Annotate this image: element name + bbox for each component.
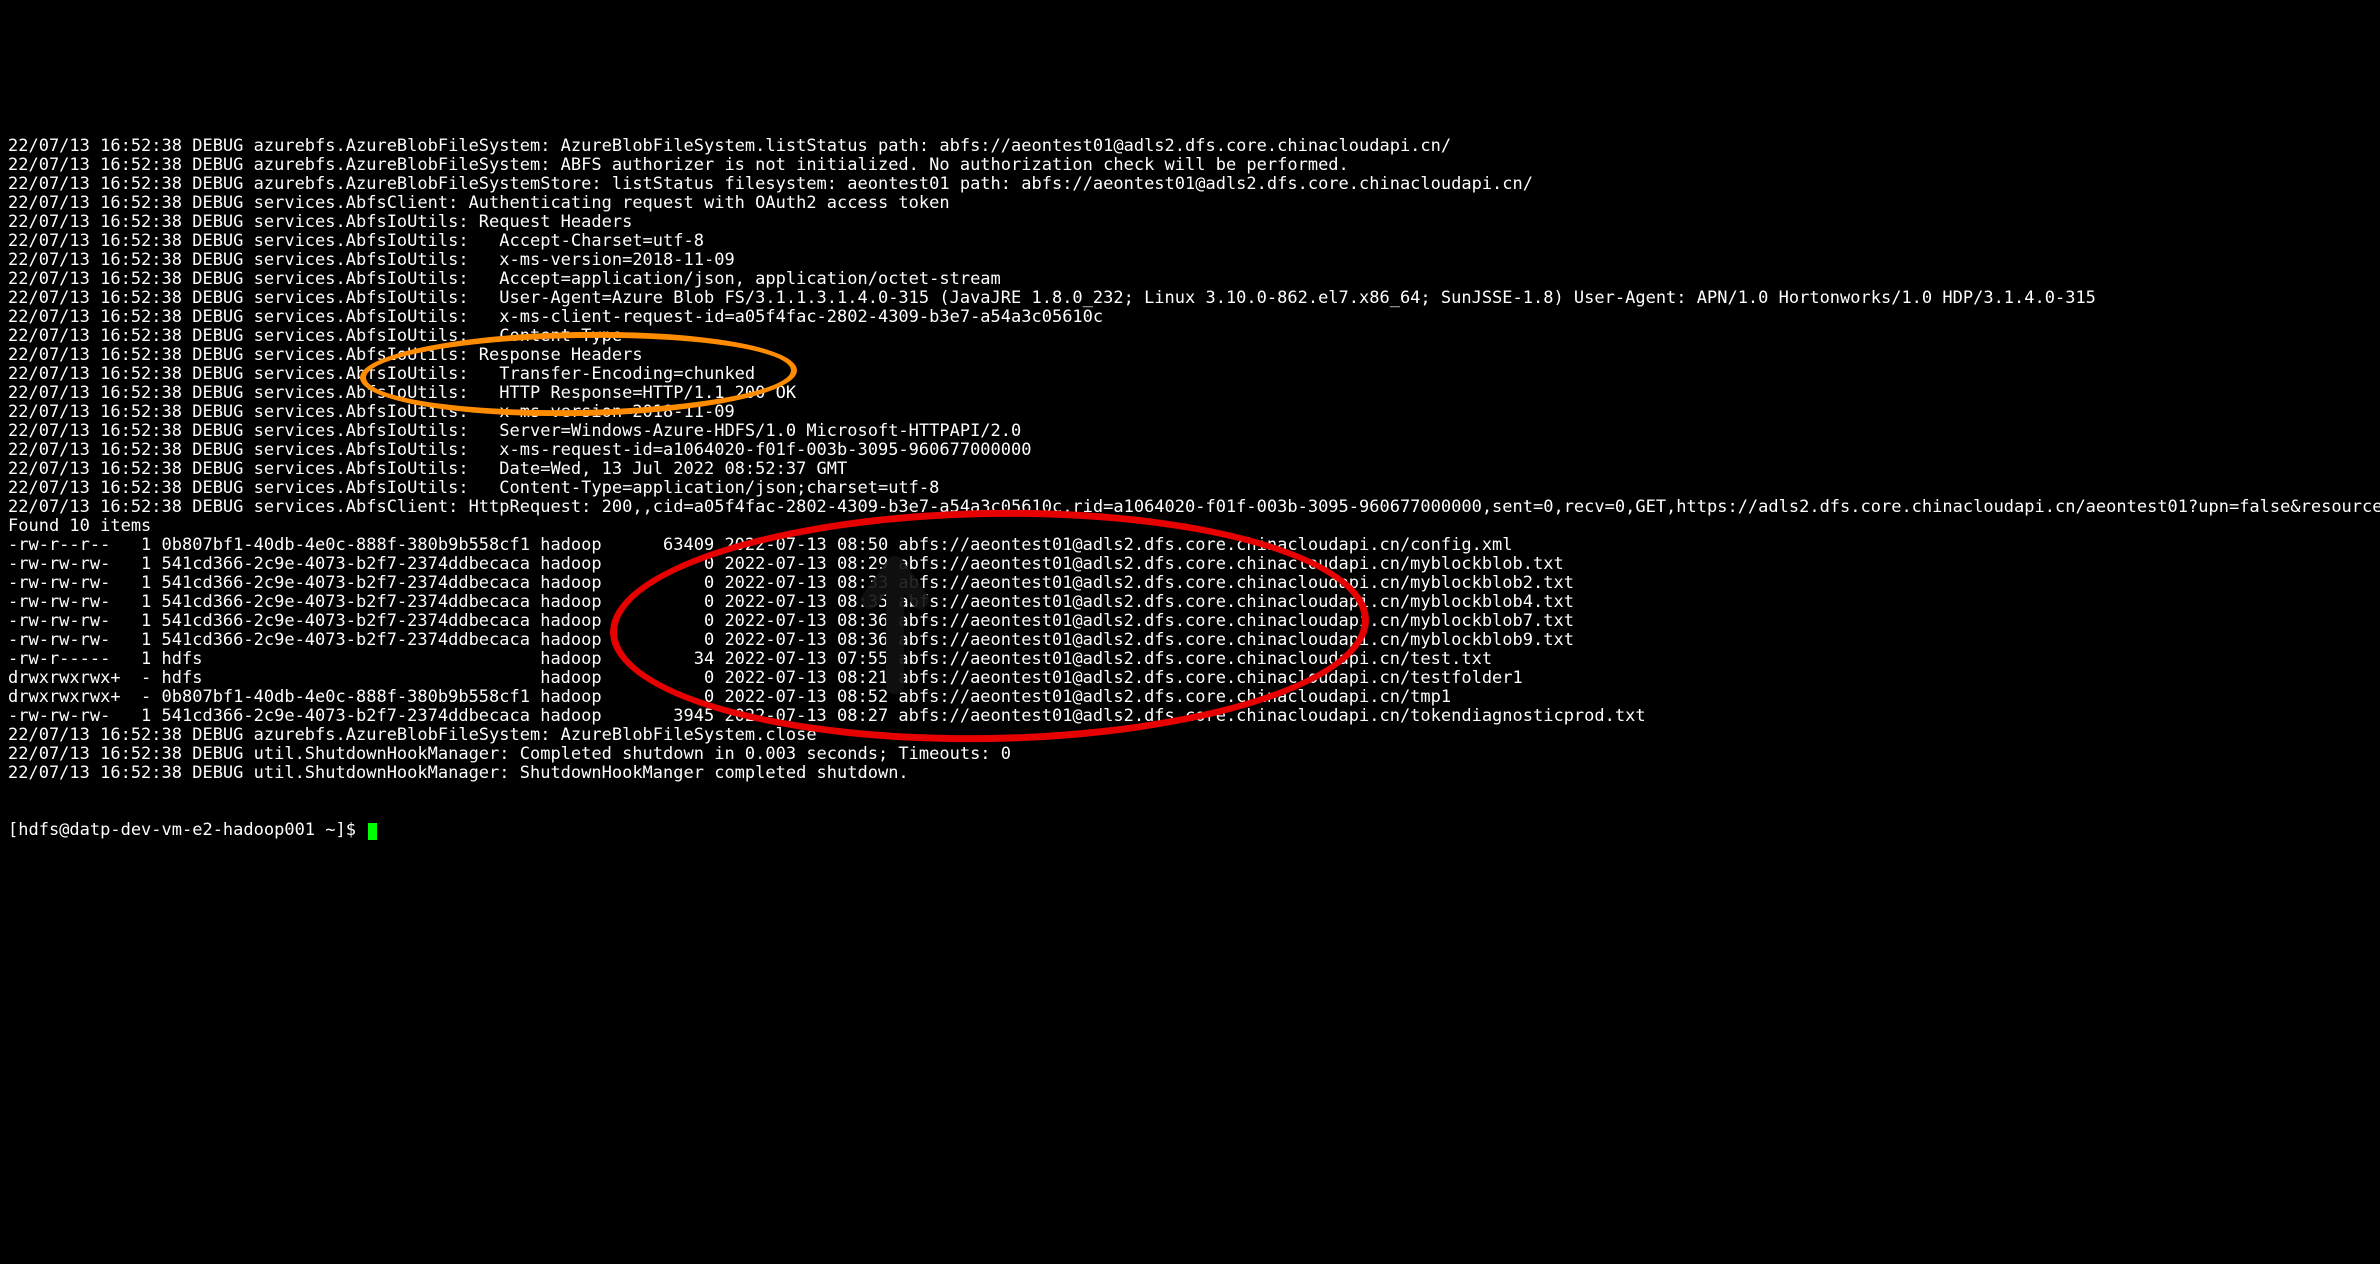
terminal-line: 22/07/13 16:52:38 DEBUG services.AbfsCli… [8,498,2372,517]
terminal-output: 22/07/13 16:52:38 DEBUG azurebfs.AzureBl… [8,137,2372,783]
terminal-line: 22/07/13 16:52:38 DEBUG util.ShutdownHoo… [8,745,2372,764]
terminal-line: 22/07/13 16:52:38 DEBUG services.AbfsIoU… [8,213,2372,232]
terminal-line: 22/07/13 16:52:38 DEBUG services.AbfsCli… [8,194,2372,213]
terminal-line: -rw-rw-rw- 1 541cd366-2c9e-4073-b2f7-237… [8,574,2372,593]
terminal-line: 22/07/13 16:52:38 DEBUG services.AbfsIoU… [8,384,2372,403]
terminal-line: 22/07/13 16:52:38 DEBUG services.AbfsIoU… [8,365,2372,384]
terminal-line: 22/07/13 16:52:38 DEBUG services.AbfsIoU… [8,460,2372,479]
terminal-line: 22/07/13 16:52:38 DEBUG azurebfs.AzureBl… [8,156,2372,175]
cursor [368,823,377,840]
terminal-line: 22/07/13 16:52:38 DEBUG services.AbfsIoU… [8,327,2372,346]
terminal-line: 22/07/13 16:52:38 DEBUG services.AbfsIoU… [8,422,2372,441]
terminal-line: -rw-rw-rw- 1 541cd366-2c9e-4073-b2f7-237… [8,631,2372,650]
terminal-line: drwxrwxrwx+ - 0b807bf1-40db-4e0c-888f-38… [8,688,2372,707]
terminal-line: 22/07/13 16:52:38 DEBUG azurebfs.AzureBl… [8,175,2372,194]
terminal-line: -rw-rw-rw- 1 541cd366-2c9e-4073-b2f7-237… [8,555,2372,574]
terminal-line: 22/07/13 16:52:38 DEBUG services.AbfsIoU… [8,308,2372,327]
prompt-line[interactable]: [hdfs@datp-dev-vm-e2-hadoop001 ~]$ [8,821,2372,840]
terminal-line: -rw-r--r-- 1 0b807bf1-40db-4e0c-888f-380… [8,536,2372,555]
terminal-window[interactable]: 22/07/13 16:52:38 DEBUG azurebfs.AzureBl… [0,95,2380,1169]
terminal-line: Found 10 items [8,517,2372,536]
terminal-line: 22/07/13 16:52:38 DEBUG services.AbfsIoU… [8,232,2372,251]
shell-prompt: [hdfs@datp-dev-vm-e2-hadoop001 ~]$ [8,820,366,840]
terminal-line: 22/07/13 16:52:38 DEBUG services.AbfsIoU… [8,251,2372,270]
terminal-line: 22/07/13 16:52:38 DEBUG services.AbfsIoU… [8,479,2372,498]
terminal-line: -rw-rw-rw- 1 541cd366-2c9e-4073-b2f7-237… [8,612,2372,631]
terminal-line: -rw-rw-rw- 1 541cd366-2c9e-4073-b2f7-237… [8,707,2372,726]
terminal-line: 22/07/13 16:52:38 DEBUG util.ShutdownHoo… [8,764,2372,783]
terminal-line: 22/07/13 16:52:38 DEBUG services.AbfsIoU… [8,270,2372,289]
terminal-line: 22/07/13 16:52:38 DEBUG azurebfs.AzureBl… [8,726,2372,745]
terminal-line: drwxrwxrwx+ - hdfs hadoop 0 2022-07-13 0… [8,669,2372,688]
terminal-line: -rw-r----- 1 hdfs hadoop 34 2022-07-13 0… [8,650,2372,669]
terminal-line: 22/07/13 16:52:38 DEBUG services.AbfsIoU… [8,441,2372,460]
terminal-line: 22/07/13 16:52:38 DEBUG services.AbfsIoU… [8,289,2372,308]
terminal-line: 22/07/13 16:52:38 DEBUG services.AbfsIoU… [8,346,2372,365]
terminal-line: 22/07/13 16:52:38 DEBUG azurebfs.AzureBl… [8,137,2372,156]
terminal-line: -rw-rw-rw- 1 541cd366-2c9e-4073-b2f7-237… [8,593,2372,612]
terminal-line: 22/07/13 16:52:38 DEBUG services.AbfsIoU… [8,403,2372,422]
